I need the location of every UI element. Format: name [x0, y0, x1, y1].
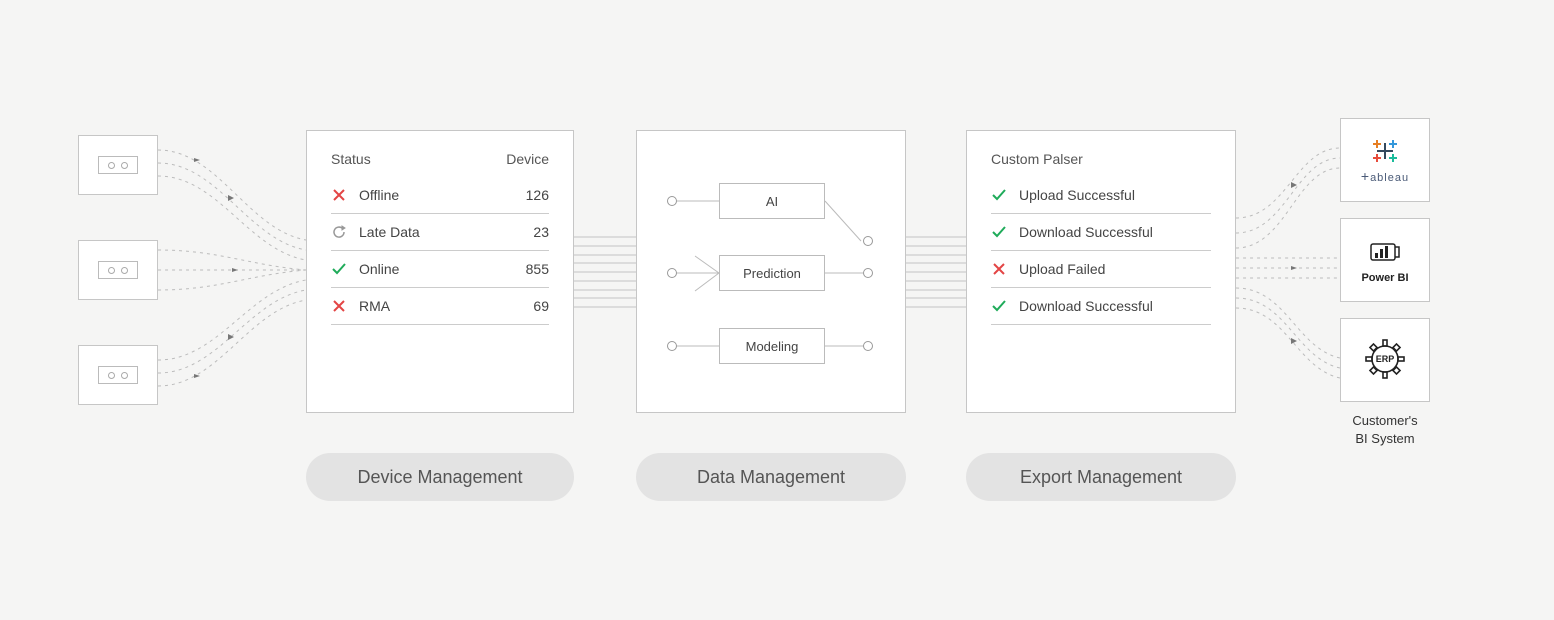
export-row-label: Upload Successful [1019, 187, 1135, 203]
device-header-status: Status [331, 151, 371, 167]
bi-target-erp: ERP [1340, 318, 1430, 402]
export-row: Upload Successful [991, 177, 1211, 214]
check-icon [991, 224, 1007, 240]
check-icon [331, 261, 347, 277]
device-row-offline: Offline 126 [331, 177, 549, 214]
node-prediction: Prediction [719, 255, 825, 291]
svg-text:ERP: ERP [1376, 354, 1395, 364]
device-box-2 [78, 240, 158, 300]
x-icon [991, 261, 1007, 277]
port-icon [863, 236, 873, 246]
export-header: Custom Palser [991, 151, 1211, 167]
x-icon [331, 298, 347, 314]
device-box-1 [78, 135, 158, 195]
node-modeling: Modeling [719, 328, 825, 364]
flow-rails-2 [906, 236, 966, 308]
check-icon [991, 298, 1007, 314]
export-row: Upload Failed [991, 251, 1211, 288]
device-row-late-data: Late Data 23 [331, 214, 549, 251]
panel-device-management: Status Device Offline 126 Late Data 23 O… [306, 130, 574, 413]
device-box-3 [78, 345, 158, 405]
node-ai: AI [719, 183, 825, 219]
device-row-value: 23 [533, 224, 549, 240]
flow-lines-left [158, 130, 306, 410]
device-row-value: 126 [526, 187, 549, 203]
device-row-label: RMA [359, 298, 390, 314]
device-row-rma: RMA 69 [331, 288, 549, 325]
x-icon [331, 187, 347, 203]
panel-data-management: AI Prediction Modeling [636, 130, 906, 413]
pill-data-management: Data Management [636, 453, 906, 501]
bi-caption: Customer's BI System [1340, 412, 1430, 447]
export-row-label: Upload Failed [1019, 261, 1105, 277]
device-row-label: Late Data [359, 224, 420, 240]
powerbi-label: Power BI [1361, 272, 1408, 284]
pill-device-management: Device Management [306, 453, 574, 501]
export-row: Download Successful [991, 214, 1211, 251]
port-icon [863, 341, 873, 351]
erp-gear-icon: ERP [1362, 336, 1408, 385]
tableau-label: ableau [1370, 172, 1409, 184]
device-row-value: 855 [526, 261, 549, 277]
pill-export-management: Export Management [966, 453, 1236, 501]
powerbi-icon [1368, 237, 1402, 268]
device-row-value: 69 [533, 298, 549, 314]
flow-lines-right [1236, 118, 1340, 418]
tableau-icon [1371, 137, 1399, 165]
flow-rails-1 [574, 236, 636, 308]
export-row-label: Download Successful [1019, 298, 1153, 314]
export-row: Download Successful [991, 288, 1211, 325]
refresh-icon [331, 224, 347, 240]
panel-export-management: Custom Palser Upload Successful Download… [966, 130, 1236, 413]
check-icon [991, 187, 1007, 203]
port-icon [667, 268, 677, 278]
device-row-label: Online [359, 261, 399, 277]
bi-target-powerbi: Power BI [1340, 218, 1430, 302]
port-icon [863, 268, 873, 278]
export-row-label: Download Successful [1019, 224, 1153, 240]
device-row-online: Online 855 [331, 251, 549, 288]
port-icon [667, 196, 677, 206]
bi-target-tableau: +ableau [1340, 118, 1430, 202]
device-row-label: Offline [359, 187, 399, 203]
port-icon [667, 341, 677, 351]
device-header-device: Device [506, 151, 549, 167]
